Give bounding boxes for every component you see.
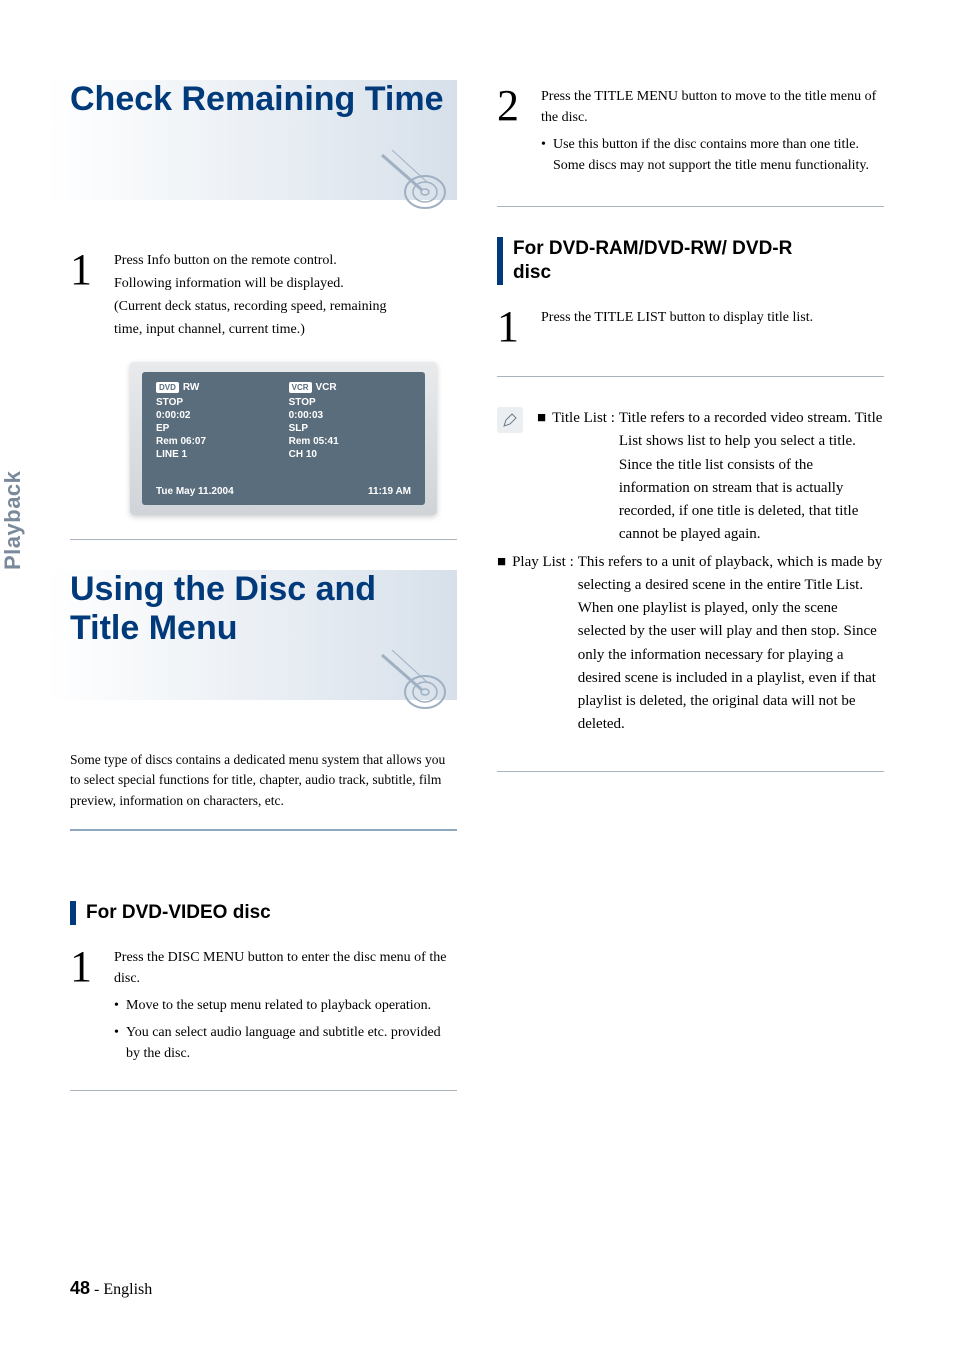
dvdvideo-step1: 1 Press the DISC MENU button to enter th… — [70, 947, 457, 1070]
step2-bullets: Use this button if the disc contains mor… — [541, 134, 884, 176]
osd-vcr-stop: STOP — [289, 397, 411, 408]
step2-text: Press the TITLE MENU button to move to t… — [541, 86, 884, 128]
subheading-dvd-video: For DVD-VIDEO disc — [70, 901, 457, 925]
page-number: 48 — [70, 1278, 90, 1298]
left-column: Check Remaining Time 1 Press Info button… — [70, 80, 457, 1121]
osd-vcr: VCR — [316, 382, 337, 393]
sub2-line1: For DVD-RAM/DVD-RW/ DVD-R — [513, 238, 792, 259]
osd-vcr-ch: CH 10 — [289, 449, 411, 460]
step-number-1b: 1 — [70, 947, 98, 1070]
step1-line3: (Current deck status, recording speed, r… — [114, 296, 457, 317]
note-play-list: ■ Play List : This refers to a unit of p… — [497, 551, 884, 737]
dvdvideo-step1-text: Press the DISC MENU button to enter the … — [114, 947, 457, 989]
osd-vcr-rem: Rem 05:41 — [289, 436, 411, 447]
title-block-disc-menu: Using the Disc and Title Menu — [70, 570, 457, 700]
osd-dvd-label: DVD RW — [156, 382, 278, 393]
osd-vcr-speed: SLP — [289, 423, 411, 434]
step-number-1: 1 — [70, 250, 98, 342]
footer-lang: English — [103, 1281, 152, 1298]
play-list-text: This refers to a unit of playback, which… — [578, 551, 884, 737]
step-2-title-menu: 2 Press the TITLE MENU button to move to… — [497, 86, 884, 182]
step-number-1c: 1 — [497, 307, 525, 347]
step1-line1: Press Info button on the remote control. — [114, 250, 457, 271]
osd-dvd-input: LINE 1 — [156, 449, 278, 460]
osd-col-vcr: VCR VCR STOP 0:00:03 SLP Rem 05:41 CH 10 — [289, 382, 411, 462]
osd-rw: RW — [183, 382, 199, 393]
pencil-icon — [502, 412, 518, 428]
title-block-check-remaining: Check Remaining Time — [70, 80, 457, 200]
square-bullet: ■ — [537, 407, 546, 547]
osd-clock: 11:19 AM — [368, 486, 411, 497]
ram-step1-text: Press the TITLE LIST button to display t… — [541, 307, 884, 328]
step2-bullet-1: Use this button if the disc contains mor… — [541, 134, 884, 176]
square-bullet-2: ■ — [497, 551, 506, 737]
step2-body: Press the TITLE MENU button to move to t… — [541, 86, 884, 182]
step-1-info: 1 Press Info button on the remote contro… — [70, 250, 457, 342]
divider — [70, 539, 457, 540]
play-list-label: Play List : — [512, 551, 574, 737]
ram-step1: 1 Press the TITLE LIST button to display… — [497, 307, 884, 347]
divider-4 — [497, 376, 884, 377]
dvdvideo-step1-body: Press the DISC MENU button to enter the … — [114, 947, 457, 1070]
heading-check-remaining-time: Check Remaining Time — [70, 80, 457, 119]
right-column: 2 Press the TITLE MENU button to move to… — [497, 80, 884, 1121]
dvdvideo-bullets: Move to the setup menu related to playba… — [114, 995, 457, 1064]
osd-vcr-label: VCR VCR — [289, 382, 411, 393]
note-block: ■ Title List : Title refers to a recorde… — [497, 407, 884, 741]
dvd-icon: DVD — [156, 382, 179, 393]
sub2-line2: disc — [513, 262, 551, 283]
subheading-dvd-ram: For DVD-RAM/DVD-RW/ DVD-R disc — [497, 237, 884, 285]
footer-sep: - — [90, 1281, 103, 1298]
osd-dvd-stop: STOP — [156, 397, 278, 408]
osd-date: Tue May 11.2004 — [156, 486, 234, 497]
note-body: ■ Title List : Title refers to a recorde… — [537, 407, 884, 741]
step-1-body: Press Info button on the remote control.… — [114, 250, 457, 342]
step1-line4: time, input channel, current time.) — [114, 319, 457, 340]
osd-dvd-rem: Rem 06:07 — [156, 436, 278, 447]
side-tab-playback: Playback — [0, 471, 26, 570]
dvdvideo-bullet-2: You can select audio language and subtit… — [114, 1022, 457, 1064]
disc-decor-icon — [377, 150, 447, 210]
osd-row: DVD RW STOP 0:00:02 EP Rem 06:07 LINE 1 … — [156, 382, 411, 462]
blue-divider — [70, 829, 457, 831]
osd-dvd-speed: EP — [156, 423, 278, 434]
osd-dvd-time: 0:00:02 — [156, 410, 278, 421]
dvdvideo-bullet-1: Move to the setup menu related to playba… — [114, 995, 457, 1016]
h1b-line1: Using the Disc and — [70, 570, 376, 608]
step1-line2: Following information will be displayed. — [114, 273, 457, 294]
step-number-2: 2 — [497, 86, 525, 182]
intro-paragraph: Some type of discs contains a dedicated … — [70, 750, 457, 811]
note-icon — [497, 407, 523, 433]
osd-inner: DVD RW STOP 0:00:02 EP Rem 06:07 LINE 1 … — [142, 372, 425, 505]
vcr-icon: VCR — [289, 382, 312, 393]
disc-decor-icon-2 — [377, 650, 447, 710]
title-list-label: Title List : — [552, 407, 615, 547]
divider-5 — [497, 771, 884, 772]
osd-col-dvd: DVD RW STOP 0:00:02 EP Rem 06:07 LINE 1 — [156, 382, 278, 462]
note-title-list: ■ Title List : Title refers to a recorde… — [537, 407, 884, 547]
osd-vcr-time: 0:00:03 — [289, 410, 411, 421]
ram-step1-body: Press the TITLE LIST button to display t… — [541, 307, 884, 347]
page-content: Check Remaining Time 1 Press Info button… — [0, 0, 954, 1161]
page-footer: 48 - English — [70, 1278, 152, 1299]
osd-bottom: Tue May 11.2004 11:19 AM — [156, 486, 411, 497]
osd-display-panel: DVD RW STOP 0:00:02 EP Rem 06:07 LINE 1 … — [130, 362, 437, 515]
title-list-text: Title refers to a recorded video stream.… — [619, 407, 884, 547]
divider-3 — [497, 206, 884, 207]
h1b-line2: Title Menu — [70, 609, 238, 647]
divider-2 — [70, 1090, 457, 1091]
heading-using-disc-title-menu: Using the Disc and Title Menu — [70, 570, 457, 648]
